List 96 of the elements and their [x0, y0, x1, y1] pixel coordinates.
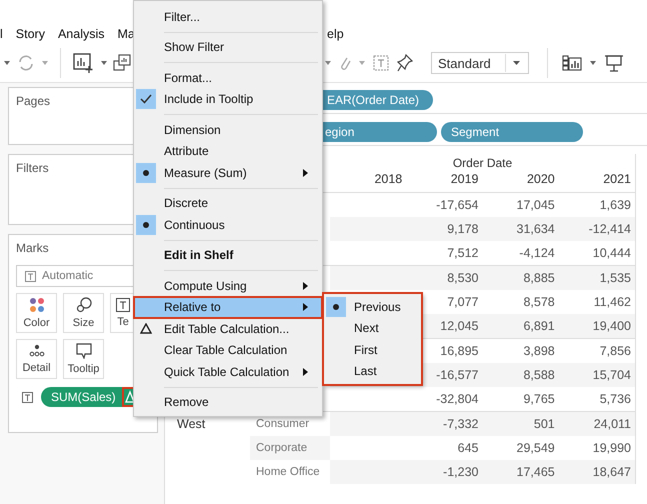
- table-cell: 7,512: [447, 246, 478, 260]
- show-me-icon[interactable]: [562, 55, 582, 71]
- color-dots-icon: [28, 297, 44, 313]
- table-cell: 15,704: [592, 368, 631, 382]
- menu-item[interactable]: l: [0, 27, 3, 41]
- table-cell: -1,230: [443, 465, 478, 479]
- pages-title: Pages: [16, 94, 50, 108]
- mark-property-button[interactable]: Size: [63, 293, 104, 333]
- text-mark-icon: [25, 270, 36, 282]
- presentation-icon[interactable]: [604, 54, 624, 72]
- column-header: 2020: [526, 172, 556, 188]
- menu-item[interactable]: Edit in Shelf: [134, 244, 322, 266]
- menu-item[interactable]: Last: [324, 360, 421, 382]
- table-cell: 1,535: [600, 271, 631, 285]
- table-cell: 8,885: [523, 271, 555, 285]
- table-cell: -4,124: [519, 246, 555, 260]
- table-cell: 19,990: [592, 441, 631, 455]
- table-cell: 17,465: [516, 465, 555, 479]
- menu-item[interactable]: Previous: [324, 296, 421, 318]
- caret-icon: [513, 61, 520, 65]
- marks-title: Marks: [16, 241, 49, 255]
- menu-item[interactable]: Format...: [134, 67, 322, 88]
- row-header: Consumer: [256, 418, 310, 430]
- table-cell: 7,077: [447, 295, 478, 309]
- menu-item[interactable]: Attribute: [134, 140, 322, 162]
- table-cell: 8,530: [447, 271, 478, 285]
- menu-item[interactable]: Analysis: [58, 27, 105, 41]
- text-mark-icon: [116, 298, 130, 312]
- mark-property-button[interactable]: Tooltip: [63, 339, 104, 379]
- table-cell: -17,654: [436, 198, 478, 212]
- table-cell: -32,804: [436, 392, 478, 406]
- row-header: Corporate: [256, 442, 308, 454]
- menu-item[interactable]: Quick Table Calculation: [134, 361, 322, 382]
- menu-item[interactable]: Show Filter: [134, 36, 322, 58]
- menu-item[interactable]: Continuous: [134, 214, 322, 236]
- caret-icon[interactable]: [4, 61, 10, 65]
- mark-property-button[interactable]: Color: [16, 293, 57, 333]
- caret-icon[interactable]: [101, 61, 107, 65]
- table-cell: 17,045: [516, 198, 555, 212]
- radio-dot-icon: [333, 304, 339, 310]
- speech-bubble-icon: [76, 343, 92, 359]
- mark-property-button[interactable]: Detail: [16, 339, 57, 379]
- caret-icon[interactable]: [325, 61, 331, 65]
- table-cell: 3,898: [523, 344, 555, 358]
- table-cell: 31,634: [516, 222, 555, 236]
- table-cell: 9,765: [523, 392, 555, 406]
- table-cell: 1,639: [600, 198, 631, 212]
- dots-icon: [28, 344, 44, 358]
- menu-item[interactable]: Clear Table Calculation: [134, 340, 322, 361]
- table-cell: 29,549: [516, 441, 555, 455]
- caret-icon[interactable]: [590, 61, 596, 65]
- row-header: Home Office: [256, 466, 320, 478]
- table-cell: 11,462: [594, 295, 631, 309]
- filters-title: Filters: [16, 161, 49, 175]
- table-cell: 7,856: [600, 344, 631, 358]
- duplicate-sheet-icon[interactable]: [113, 54, 131, 72]
- table-cell: 8,578: [523, 295, 555, 309]
- radio-dot-icon: [143, 222, 149, 228]
- menu-item[interactable]: Edit Table Calculation...: [134, 318, 322, 340]
- menu-item[interactable]: First: [324, 339, 421, 360]
- table-cell: 6,891: [523, 319, 555, 333]
- radio-dot-icon: [143, 170, 149, 176]
- menu-item[interactable]: Relative to: [134, 296, 322, 318]
- menu-item[interactable]: Discrete: [134, 192, 322, 214]
- table-cell: -16,577: [436, 368, 478, 382]
- delta-icon: [140, 323, 152, 334]
- text-box-icon[interactable]: [373, 55, 389, 71]
- table-cell: 10,444: [592, 246, 631, 260]
- table-cell: 19,400: [592, 319, 631, 333]
- pin-icon[interactable]: [397, 54, 413, 72]
- row-header: West: [177, 417, 206, 431]
- table-cell: 24,011: [594, 417, 631, 431]
- table-cell: 16,895: [440, 344, 478, 358]
- column-header: 2021: [602, 172, 632, 188]
- checkmark-icon: [140, 94, 152, 104]
- mark-size-dropdown[interactable]: Standard: [431, 52, 529, 74]
- table-cell: -12,414: [588, 222, 631, 236]
- table-cell: 645: [458, 441, 478, 455]
- menu-item[interactable]: Story: [16, 27, 45, 41]
- table-cell: 501: [534, 417, 555, 431]
- menu-item[interactable]: Measure (Sum): [134, 162, 322, 184]
- table-cell: -7,332: [443, 417, 478, 431]
- column-header: 2018: [373, 172, 404, 188]
- text-mark-icon: [22, 392, 33, 402]
- menu-item[interactable]: Filter...: [134, 6, 322, 28]
- table-cell: 18,647: [592, 465, 631, 479]
- new-chart-icon[interactable]: [73, 52, 95, 74]
- column-header: 2019: [450, 172, 480, 188]
- table-cell: 12,045: [440, 319, 478, 333]
- circles-icon: [76, 297, 92, 313]
- column-header: Order Date: [452, 155, 514, 172]
- menu-item[interactable]: elp: [327, 27, 344, 41]
- table-cell: 8,588: [523, 368, 555, 382]
- menu-item[interactable]: Next: [324, 318, 421, 339]
- table-cell: 5,736: [600, 392, 631, 406]
- table-cell: 9,178: [447, 222, 478, 236]
